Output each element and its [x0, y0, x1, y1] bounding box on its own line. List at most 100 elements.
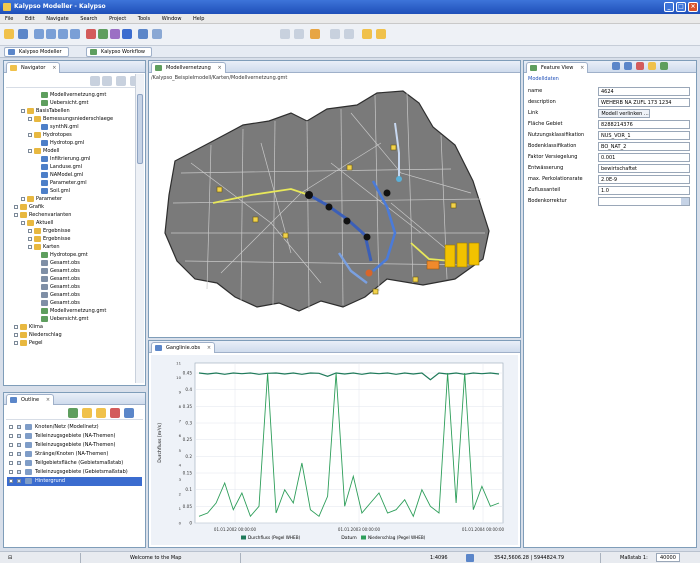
tree-item[interactable]: Modell: [6, 147, 133, 155]
outline-item[interactable]: Teileinzugsgebiete (NA-Themen): [7, 441, 142, 450]
layer-checkbox[interactable]: [17, 470, 21, 474]
tree-item[interactable]: Aktuell: [6, 219, 133, 227]
tree-item[interactable]: Ergebnisse: [6, 235, 133, 243]
tree-item[interactable]: Pegel: [6, 339, 133, 347]
timeseries-chart[interactable]: 00.050.10.150.20.250.30.350.40.450123456…: [151, 355, 518, 545]
expand-toggle-icon[interactable]: [28, 149, 32, 153]
new-file-icon[interactable]: [4, 29, 14, 39]
outline-item[interactable]: Knoten/Netz (Modellnetz): [7, 423, 142, 432]
back-icon[interactable]: [90, 76, 100, 86]
back-icon[interactable]: [280, 29, 290, 39]
move-up-icon[interactable]: [82, 408, 92, 418]
tree-item[interactable]: Landuse.gml: [6, 163, 133, 171]
property-value-field[interactable]: 1.0: [598, 186, 690, 195]
forward-icon[interactable]: [294, 29, 304, 39]
tree-item[interactable]: Infiltrierung.gml: [6, 155, 133, 163]
expand-toggle-icon[interactable]: [14, 325, 18, 329]
tab-outline[interactable]: Outline ×: [6, 394, 55, 405]
folder-open-icon[interactable]: [362, 29, 372, 39]
tree-item[interactable]: Modellvernetzung.gmt: [6, 307, 133, 315]
export-icon[interactable]: [376, 29, 386, 39]
info-icon[interactable]: [98, 29, 108, 39]
zoom-input[interactable]: 40000: [656, 553, 680, 562]
layer-checkbox[interactable]: [17, 479, 21, 483]
expand-toggle-icon[interactable]: [9, 425, 13, 429]
property-value-field[interactable]: [598, 197, 690, 206]
tab-map[interactable]: Modellvernetzung ×: [151, 62, 226, 73]
expand-toggle-icon[interactable]: [21, 221, 25, 225]
move-down-icon[interactable]: [96, 408, 106, 418]
filter-icon[interactable]: [344, 29, 354, 39]
add-icon[interactable]: [660, 62, 668, 70]
menu-edit[interactable]: Edit: [20, 14, 40, 24]
layer-properties-icon[interactable]: [124, 408, 134, 418]
measure-icon[interactable]: [110, 29, 120, 39]
expand-toggle-icon[interactable]: [9, 470, 13, 474]
tree-item[interactable]: Gesamt.obs: [6, 267, 133, 275]
tree-item[interactable]: Karten: [6, 243, 133, 251]
expand-toggle-icon[interactable]: [9, 443, 13, 447]
layer-checkbox[interactable]: [17, 434, 21, 438]
expand-toggle-icon[interactable]: [28, 117, 32, 121]
tree-item[interactable]: NAModel.gml: [6, 171, 133, 179]
tree-item[interactable]: Gesamt.obs: [6, 291, 133, 299]
close-icon[interactable]: ×: [52, 63, 56, 73]
tab-timeseries[interactable]: Ganglinie.obs ×: [151, 342, 216, 353]
expand-toggle-icon[interactable]: [14, 333, 18, 337]
tree-item[interactable]: synthN.gml: [6, 123, 133, 131]
expand-toggle-icon[interactable]: [28, 133, 32, 137]
expand-toggle-icon[interactable]: [28, 245, 32, 249]
layer-checkbox[interactable]: [17, 461, 21, 465]
tree-item[interactable]: BasisTabellen: [6, 107, 133, 115]
tree-item[interactable]: Parameter: [6, 195, 133, 203]
menu-navigate[interactable]: Navigate: [41, 14, 73, 24]
scrollbar-thumb[interactable]: [137, 94, 143, 164]
property-value-field[interactable]: 0.001: [598, 153, 690, 162]
tree-item[interactable]: Hydrotopes: [6, 131, 133, 139]
outline-item[interactable]: Teilgebietsfläche (Gebietsmaßstab): [7, 459, 142, 468]
pan-icon[interactable]: [58, 29, 68, 39]
close-button[interactable]: ×: [688, 2, 698, 12]
tree-item[interactable]: Gesamt.obs: [6, 259, 133, 267]
property-value-field[interactable]: 2.0E-9: [598, 175, 690, 184]
menu-tools[interactable]: Tools: [133, 14, 155, 24]
forward-icon[interactable]: [102, 76, 112, 86]
tree-item[interactable]: Soil.gml: [6, 187, 133, 195]
property-value-field[interactable]: NUS_VOR_1: [598, 131, 690, 140]
expand-toggle-icon[interactable]: [21, 197, 25, 201]
tree-item[interactable]: Uebersicht.gmt: [6, 99, 133, 107]
close-icon[interactable]: ×: [46, 395, 50, 405]
menu-search[interactable]: Search: [75, 14, 102, 24]
folder-icon[interactable]: [648, 62, 656, 70]
tab-feature-view[interactable]: Feature View ×: [526, 62, 589, 73]
expand-toggle-icon[interactable]: [9, 452, 13, 456]
save-icon[interactable]: [18, 29, 28, 39]
outline-item[interactable]: Teileinzugsgebiete (Gebietsmaßstab): [7, 468, 142, 477]
tab-navigator[interactable]: Navigator ×: [6, 62, 61, 73]
property-value-field[interactable]: 8288214376: [598, 120, 690, 129]
outline-item[interactable]: Stränge/Knoten (NA-Themen): [7, 450, 142, 459]
outline-item[interactable]: Hintergrund: [7, 477, 142, 486]
expand-toggle-icon[interactable]: [9, 434, 13, 438]
run-icon[interactable]: [310, 29, 320, 39]
expand-toggle-icon[interactable]: [28, 229, 32, 233]
expand-toggle-icon[interactable]: [21, 109, 25, 113]
zoom-out-icon[interactable]: [46, 29, 56, 39]
tree-item[interactable]: Gesamt.obs: [6, 299, 133, 307]
tree-item[interactable]: Grafik: [6, 203, 133, 211]
edit-feature-icon[interactable]: [122, 29, 132, 39]
remove-layer-icon[interactable]: [110, 408, 120, 418]
tree-item[interactable]: Hydrotop.gml: [6, 139, 133, 147]
tree-item[interactable]: Uebersicht.gmt: [6, 315, 133, 323]
layer-icon[interactable]: [624, 62, 632, 70]
tree-item[interactable]: Gesamt.obs: [6, 275, 133, 283]
menu-window[interactable]: Window: [157, 14, 187, 24]
layer-checkbox[interactable]: [17, 443, 21, 447]
map-canvas[interactable]: [151, 83, 518, 335]
expand-toggle-icon[interactable]: [9, 479, 13, 483]
layer-checkbox[interactable]: [17, 425, 21, 429]
tree-item[interactable]: Klima: [6, 323, 133, 331]
maximize-button[interactable]: □: [676, 2, 686, 12]
chevron-down-icon[interactable]: [681, 198, 689, 205]
tree-item[interactable]: Niederschlag: [6, 331, 133, 339]
